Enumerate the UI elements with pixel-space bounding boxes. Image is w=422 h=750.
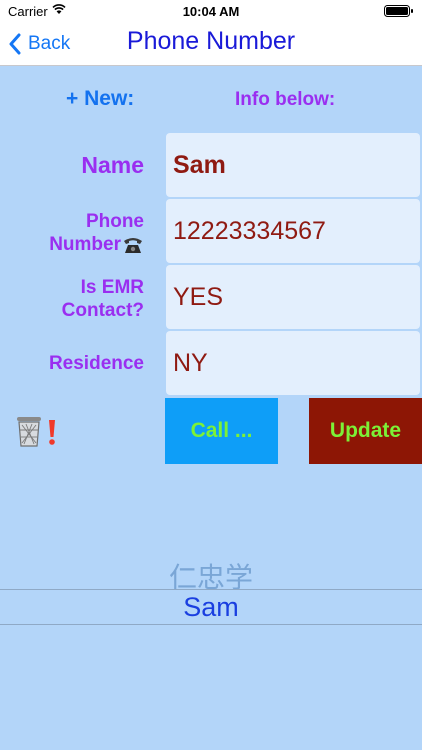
trash-icon[interactable] (14, 414, 44, 448)
info-below-label: Info below: (235, 89, 336, 110)
name-field[interactable]: Sam (166, 133, 420, 197)
phone-number-field[interactable]: 12223334567 (166, 199, 420, 263)
phone-label-line2: Number (49, 233, 144, 256)
telephone-icon (124, 237, 142, 253)
status-bar: Carrier 10:04 AM (0, 0, 422, 22)
phone-number-label: Phone Number (49, 210, 144, 256)
page-title: Phone Number (126, 27, 296, 55)
navigation-bar: Back Phone Number (0, 22, 422, 66)
picker-item-selected[interactable]: Sam (0, 592, 422, 623)
status-time: 10:04 AM (182, 4, 240, 19)
update-button[interactable]: Update (309, 398, 422, 464)
emr-label-line2: Contact? (61, 300, 144, 321)
phone-label-text: Number (49, 234, 121, 255)
battery-icon (384, 5, 413, 17)
name-label: Name (81, 152, 144, 178)
emr-label-line1: Is EMR (80, 277, 144, 298)
call-button[interactable]: Call ... (165, 398, 278, 464)
picker-item-previous[interactable]: 仁忠学 (0, 556, 422, 596)
new-contact-button[interactable]: + New: (66, 87, 134, 111)
picker-divider-top (0, 589, 422, 590)
emr-contact-field[interactable]: YES (166, 265, 420, 329)
exclamation-icon (49, 420, 55, 445)
residence-field[interactable]: NY (166, 331, 420, 395)
picker-divider-bottom (0, 624, 422, 625)
emr-contact-label: Is EMR Contact? (62, 276, 144, 322)
residence-label: Residence (48, 353, 144, 374)
phone-label-line1: Phone (85, 211, 144, 232)
